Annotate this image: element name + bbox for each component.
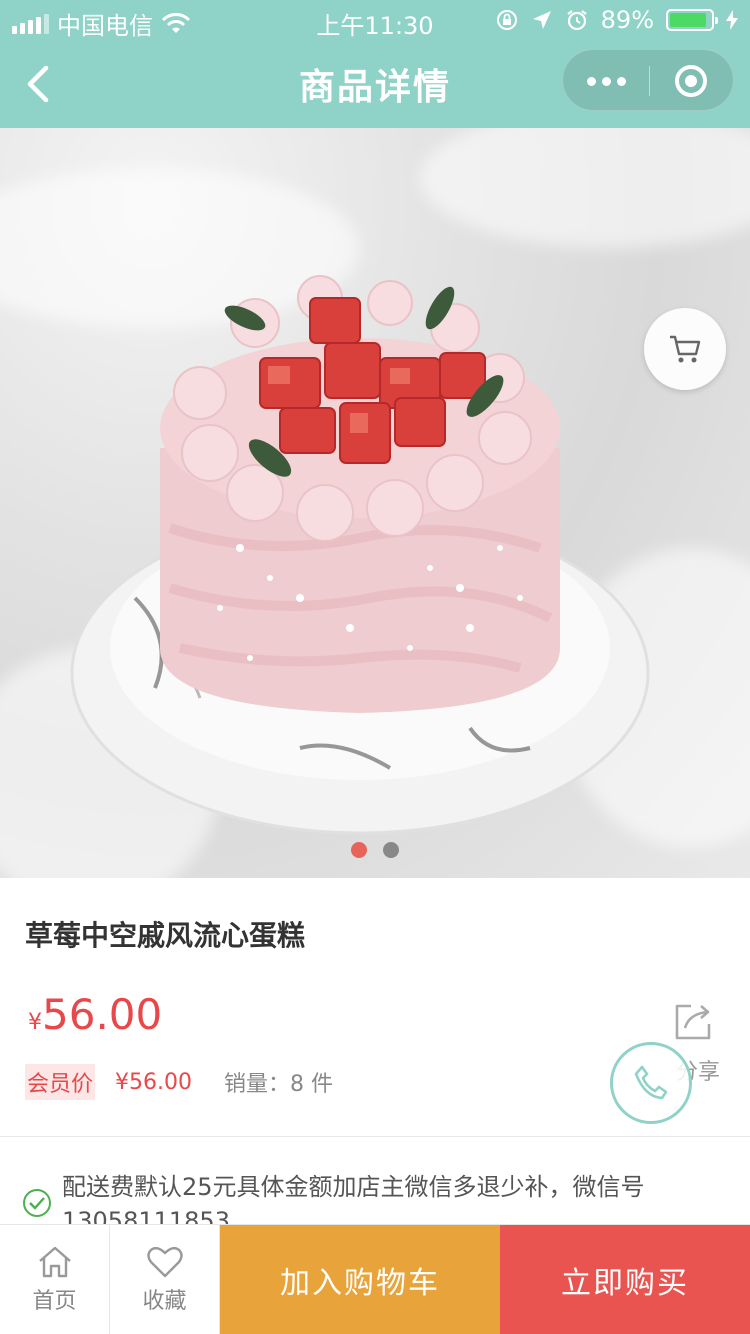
call-button[interactable]: [610, 1042, 692, 1124]
bottom-action-bar: 首页 收藏 加入购物车 立即购买: [0, 1224, 750, 1334]
product-image-carousel[interactable]: [0, 128, 750, 878]
product-price: ¥56.00: [28, 990, 162, 1039]
favorite-label: 收藏: [142, 1289, 187, 1314]
status-bar: 中国电信 上午11:30 89%: [0, 0, 750, 40]
close-circle-icon[interactable]: [675, 65, 707, 97]
carousel-dot[interactable]: [383, 842, 399, 858]
sales-count: 销量：8 件: [224, 1072, 333, 1097]
buy-now-button[interactable]: 立即购买: [500, 1225, 750, 1334]
status-right: 89%: [495, 6, 738, 34]
phone-icon: [634, 1065, 668, 1100]
battery-level: [670, 13, 706, 27]
add-to-cart-button[interactable]: 加入购物车: [220, 1225, 500, 1334]
alarm-icon: [566, 10, 587, 31]
rotation-lock-icon: [496, 10, 517, 30]
capsule-divider: [649, 66, 650, 96]
cart-button[interactable]: [644, 308, 726, 390]
more-dots-icon[interactable]: [563, 50, 649, 112]
currency-symbol: ¥: [28, 1010, 42, 1035]
cart-icon: [670, 335, 701, 363]
member-tag: 会员价: [25, 1064, 96, 1100]
home-label: 首页: [32, 1289, 77, 1314]
heart-icon: [146, 1246, 183, 1278]
home-icon: [38, 1246, 71, 1278]
check-circle-icon: [23, 1189, 51, 1217]
product-title: 草莓中空戚风流心蛋糕: [25, 919, 306, 952]
nav-bar: 商品详情: [0, 40, 750, 128]
cake-photo: [70, 275, 650, 835]
home-tab[interactable]: 首页: [0, 1225, 110, 1334]
member-price: ¥56.00: [115, 1069, 192, 1095]
share-icon: [675, 1004, 711, 1040]
battery-percent: 89%: [600, 6, 654, 34]
share-button[interactable]: [668, 1000, 718, 1048]
price-value: 56.00: [42, 990, 163, 1039]
carousel-indicator: [0, 842, 750, 858]
member-price-row: 会员价 ¥56.00 销量：8 件: [25, 1064, 333, 1100]
location-icon: [532, 11, 551, 29]
section-divider: [0, 1136, 750, 1137]
mini-program-capsule: [562, 49, 734, 111]
favorite-tab[interactable]: 收藏: [110, 1225, 220, 1334]
battery-icon: [666, 9, 718, 31]
carousel-dot-active[interactable]: [351, 842, 367, 858]
charging-icon: [726, 10, 738, 30]
